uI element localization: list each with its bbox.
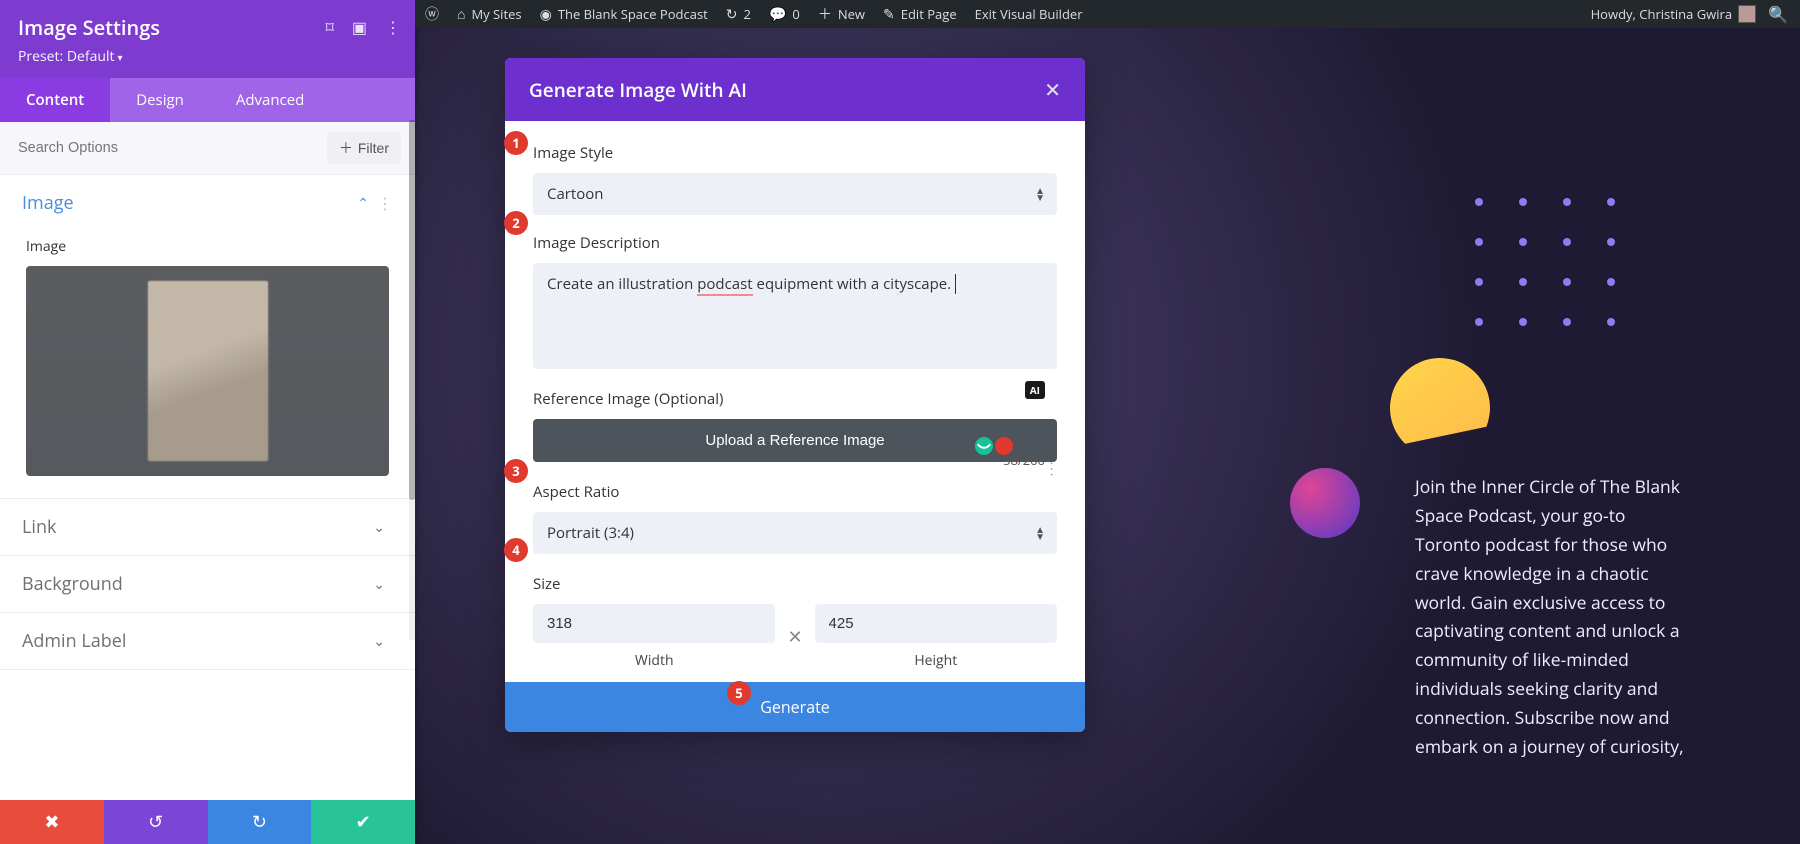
image-settings-panel: Image Settings Preset: Default▾ ⌑ ▣ ⋮ Co… [0,0,415,844]
preset-selector[interactable]: Preset: Default▾ [18,47,397,66]
tab-design[interactable]: Design [110,78,210,122]
image-field-label: Image [26,237,389,256]
modal-header: Generate Image With AI ✕ [505,58,1085,121]
decorative-shape [1290,468,1360,538]
callout-badge-5: 5 [727,681,751,705]
cancel-button[interactable]: ✖ [0,800,104,844]
search-options-input[interactable] [14,134,319,162]
wp-logo-menu[interactable]: ⓦ [425,4,439,24]
pencil-icon: ✎ [883,5,895,24]
callout-badge-3: 3 [504,459,528,483]
char-count: 58/200 [1003,451,1045,469]
ai-badge[interactable]: AI [1025,381,1045,399]
section-admin-label: Admin Label ⌄ [0,613,415,670]
edit-page-label: Edit Page [901,5,957,23]
width-input[interactable] [533,604,775,643]
settings-tabs: Content Design Advanced [0,78,415,122]
comments-link[interactable]: 💬0 [769,5,800,24]
section-link-toggle[interactable]: Link ⌄ [0,499,415,555]
section-image-title: Image [22,191,357,215]
callout-badge-4: 4 [504,538,528,562]
search-row: ＋Filter [0,122,415,175]
site-name-label: The Blank Space Podcast [558,5,708,23]
site-name-link[interactable]: ◉ The Blank Space Podcast [540,5,708,24]
chevron-down-icon: ⌄ [373,575,385,594]
height-caption: Height [815,651,1057,670]
avatar [1738,5,1756,23]
panel-scrollbar[interactable] [409,120,415,640]
home-icon: ⌂ [457,5,465,24]
image-description-textarea[interactable]: Create an illustration podcast equipment… [533,263,1057,369]
section-link: Link ⌄ [0,499,415,556]
admin-search-icon[interactable]: 🔍 [1768,3,1788,25]
wp-admin-bar: ⓦ ⌂My Sites ◉The Blank Space Podcast ↻2 … [415,0,1800,28]
panel-header: Image Settings Preset: Default▾ ⌑ ▣ ⋮ [0,0,415,78]
decorative-dots [1475,198,1615,358]
section-image-toggle[interactable]: Image ⌃ ⋮ [0,175,415,231]
howdy-user[interactable]: Howdy, Christina Gwira [1591,5,1756,23]
plus-icon: ＋ [339,138,353,158]
updates-count: 2 [744,5,751,23]
chevron-down-icon: ⌄ [373,518,385,537]
edit-page-link[interactable]: ✎ Edit Page [883,5,957,24]
my-sites-link[interactable]: ⌂ My Sites [457,5,522,24]
kebab-menu-icon[interactable]: ⋮ [385,16,401,38]
new-label: New [838,5,865,23]
size-label: Size [533,574,1057,594]
image-description-label: Image Description [533,233,1057,253]
reference-image-label: Reference Image (Optional) [533,389,1057,409]
save-button[interactable]: ✔ [311,800,415,844]
comments-count: 0 [792,5,799,23]
aspect-ratio-select[interactable]: Portrait (3:4) [533,512,1057,554]
tab-content[interactable]: Content [0,78,110,122]
kebab-menu-icon[interactable]: ⋮ [377,192,393,214]
new-content-link[interactable]: ＋ New [818,4,865,24]
grammarly-icon [975,437,993,455]
width-caption: Width [533,651,775,670]
tab-advanced[interactable]: Advanced [210,78,330,122]
section-image: Image ⌃ ⋮ Image [0,175,415,499]
callout-badge-2: 2 [504,211,528,235]
generate-button[interactable]: Generate [505,682,1085,732]
section-admin-label-toggle[interactable]: Admin Label ⌄ [0,613,415,669]
modal-title: Generate Image With AI [529,77,1044,103]
comment-icon: 💬 [769,5,786,24]
chevron-down-icon: ⌄ [373,632,385,651]
chevron-up-icon: ⌃ [357,194,369,213]
callout-badge-1: 1 [504,131,528,155]
caret-down-icon: ▾ [117,50,122,64]
image-style-label: Image Style [533,143,1057,163]
panel-footer-actions: ✖ ↺ ↻ ✔ [0,800,415,844]
howdy-label: Howdy, Christina Gwira [1591,5,1732,23]
image-style-select[interactable]: Cartoon [533,173,1057,215]
refresh-icon: ↻ [726,5,738,24]
redo-button[interactable]: ↻ [208,800,312,844]
close-icon[interactable]: ✕ [1044,76,1061,103]
section-background-toggle[interactable]: Background ⌄ [0,556,415,612]
section-admin-label-title: Admin Label [22,629,373,653]
my-sites-label: My Sites [471,5,521,23]
section-link-title: Link [22,515,373,539]
expand-icon[interactable]: ▣ [352,16,367,38]
aspect-ratio-label: Aspect Ratio [533,482,1057,502]
image-preview[interactable] [26,266,389,476]
updates-link[interactable]: ↻2 [726,5,751,24]
plus-icon: ＋ [818,4,832,24]
exit-visual-builder-link[interactable]: Exit Visual Builder [975,5,1083,23]
page-body-copy: Join the Inner Circle of The Blank Space… [1415,473,1690,762]
decorative-shape [1382,350,1498,466]
section-background-title: Background [22,572,373,596]
undo-button[interactable]: ↺ [104,800,208,844]
help-icon[interactable]: ⌑ [326,16,334,38]
generate-image-ai-modal: Generate Image With AI ✕ Image Style Car… [505,58,1085,732]
section-background: Background ⌄ [0,556,415,613]
image-thumbnail [148,281,268,461]
dashboard-icon: ◉ [540,5,552,24]
filter-button[interactable]: ＋Filter [327,132,401,164]
height-input[interactable] [815,604,1057,643]
times-icon: ✕ [787,625,802,649]
wordpress-icon: ⓦ [425,4,439,24]
